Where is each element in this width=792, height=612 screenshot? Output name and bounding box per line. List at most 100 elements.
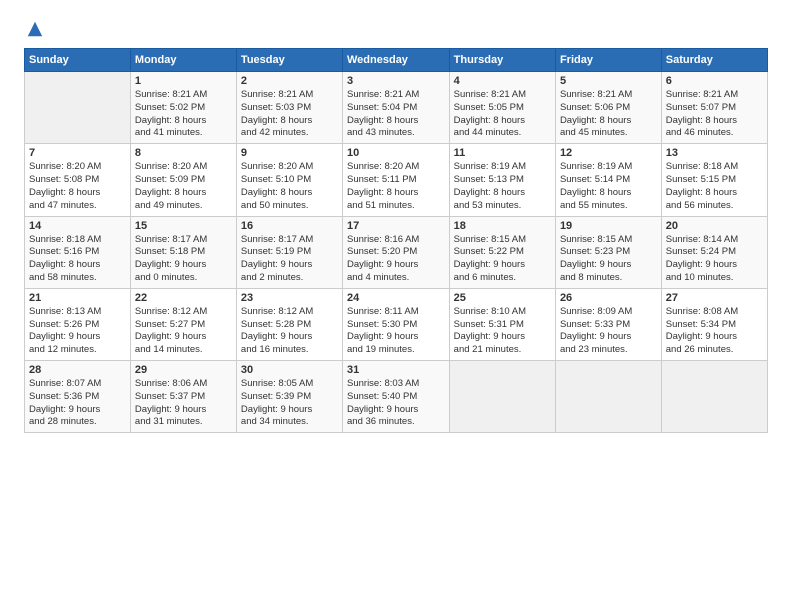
day-info: Sunrise: 8:21 AMSunset: 5:04 PMDaylight:… [347,89,445,140]
day-number: 2 [241,75,338,87]
page: SundayMondayTuesdayWednesdayThursdayFrid… [0,0,792,612]
calendar-week-2: 7 Sunrise: 8:20 AMSunset: 5:08 PMDaylight… [25,144,768,216]
calendar-cell: 1 Sunrise: 8:21 AMSunset: 5:02 PMDaylight… [130,72,236,144]
day-number: 7 [29,147,126,159]
day-number: 23 [241,292,338,304]
day-info: Sunrise: 8:07 AMSunset: 5:36 PMDaylight:… [29,378,126,429]
day-number: 9 [241,147,338,159]
calendar-header-wednesday: Wednesday [343,49,450,72]
day-info: Sunrise: 8:20 AMSunset: 5:09 PMDaylight:… [135,161,232,212]
day-info: Sunrise: 8:10 AMSunset: 5:31 PMDaylight:… [454,306,551,357]
calendar-cell: 16 Sunrise: 8:17 AMSunset: 5:19 PMDayligh… [236,216,342,288]
day-info: Sunrise: 8:13 AMSunset: 5:26 PMDaylight:… [29,306,126,357]
calendar-cell: 19 Sunrise: 8:15 AMSunset: 5:23 PMDayligh… [555,216,661,288]
day-info: Sunrise: 8:20 AMSunset: 5:08 PMDaylight:… [29,161,126,212]
calendar-cell: 12 Sunrise: 8:19 AMSunset: 5:14 PMDayligh… [555,144,661,216]
calendar-cell: 9Sunrise: 8:20 AMSunset: 5:10 PMDaylight… [236,144,342,216]
calendar-week-3: 14Sunrise: 8:18 AMSunset: 5:16 PMDayligh… [25,216,768,288]
calendar-cell: 10 Sunrise: 8:20 AMSunset: 5:11 PMDayligh… [343,144,450,216]
day-info: Sunrise: 8:21 AMSunset: 5:06 PMDaylight:… [560,89,657,140]
day-info: Sunrise: 8:08 AMSunset: 5:34 PMDaylight:… [666,306,763,357]
logo-icon [26,20,44,38]
day-number: 1 [135,75,232,87]
calendar-cell [25,72,131,144]
day-number: 20 [666,220,763,232]
calendar-cell: 25 Sunrise: 8:10 AMSunset: 5:31 PMDayligh… [449,288,555,360]
day-info: Sunrise: 8:21 AMSunset: 5:07 PMDaylight:… [666,89,763,140]
calendar-cell: 17 Sunrise: 8:16 AMSunset: 5:20 PMDayligh… [343,216,450,288]
day-info: Sunrise: 8:17 AMSunset: 5:18 PMDaylight:… [135,234,232,285]
day-number: 13 [666,147,763,159]
calendar-cell: 18Sunrise: 8:15 AMSunset: 5:22 PMDayligh… [449,216,555,288]
calendar-cell: 22Sunrise: 8:12 AMSunset: 5:27 PMDayligh… [130,288,236,360]
calendar-cell: 23 Sunrise: 8:12 AMSunset: 5:28 PMDayligh… [236,288,342,360]
day-number: 30 [241,364,338,376]
day-info: Sunrise: 8:21 AMSunset: 5:03 PMDaylight:… [241,89,338,140]
calendar-cell: 30Sunrise: 8:05 AMSunset: 5:39 PMDayligh… [236,361,342,433]
day-info: Sunrise: 8:21 AMSunset: 5:02 PMDaylight:… [135,89,232,140]
day-number: 18 [454,220,551,232]
day-info: Sunrise: 8:20 AMSunset: 5:11 PMDaylight:… [347,161,445,212]
day-info: Sunrise: 8:14 AMSunset: 5:24 PMDaylight:… [666,234,763,285]
calendar-header-friday: Friday [555,49,661,72]
calendar-header-sunday: Sunday [25,49,131,72]
day-info: Sunrise: 8:15 AMSunset: 5:23 PMDaylight:… [560,234,657,285]
day-number: 29 [135,364,232,376]
calendar: SundayMondayTuesdayWednesdayThursdayFrid… [24,48,768,433]
calendar-header-row: SundayMondayTuesdayWednesdayThursdayFrid… [25,49,768,72]
calendar-header-saturday: Saturday [661,49,767,72]
day-number: 16 [241,220,338,232]
logo [24,20,44,38]
day-number: 6 [666,75,763,87]
day-info: Sunrise: 8:18 AMSunset: 5:16 PMDaylight:… [29,234,126,285]
calendar-week-1: 1 Sunrise: 8:21 AMSunset: 5:02 PMDaylight… [25,72,768,144]
calendar-header-monday: Monday [130,49,236,72]
calendar-cell: 14Sunrise: 8:18 AMSunset: 5:16 PMDayligh… [25,216,131,288]
calendar-cell: 11 Sunrise: 8:19 AMSunset: 5:13 PMDayligh… [449,144,555,216]
calendar-cell: 6 Sunrise: 8:21 AMSunset: 5:07 PMDaylight… [661,72,767,144]
calendar-week-5: 28 Sunrise: 8:07 AMSunset: 5:36 PMDayligh… [25,361,768,433]
calendar-cell: 8Sunrise: 8:20 AMSunset: 5:09 PMDaylight… [130,144,236,216]
day-info: Sunrise: 8:11 AMSunset: 5:30 PMDaylight:… [347,306,445,357]
calendar-cell [661,361,767,433]
day-number: 24 [347,292,445,304]
header [24,20,768,38]
calendar-cell: 26Sunrise: 8:09 AMSunset: 5:33 PMDayligh… [555,288,661,360]
calendar-cell: 13 Sunrise: 8:18 AMSunset: 5:15 PMDayligh… [661,144,767,216]
day-number: 11 [454,147,551,159]
calendar-cell [449,361,555,433]
day-number: 17 [347,220,445,232]
day-info: Sunrise: 8:19 AMSunset: 5:13 PMDaylight:… [454,161,551,212]
calendar-cell: 15Sunrise: 8:17 AMSunset: 5:18 PMDayligh… [130,216,236,288]
calendar-week-4: 21 Sunrise: 8:13 AMSunset: 5:26 PMDayligh… [25,288,768,360]
day-number: 25 [454,292,551,304]
day-info: Sunrise: 8:17 AMSunset: 5:19 PMDaylight:… [241,234,338,285]
day-info: Sunrise: 8:16 AMSunset: 5:20 PMDaylight:… [347,234,445,285]
day-info: Sunrise: 8:21 AMSunset: 5:05 PMDaylight:… [454,89,551,140]
calendar-cell: 24 Sunrise: 8:11 AMSunset: 5:30 PMDayligh… [343,288,450,360]
calendar-cell: 5Sunrise: 8:21 AMSunset: 5:06 PMDaylight… [555,72,661,144]
day-number: 26 [560,292,657,304]
day-info: Sunrise: 8:19 AMSunset: 5:14 PMDaylight:… [560,161,657,212]
day-number: 19 [560,220,657,232]
calendar-cell: 3 Sunrise: 8:21 AMSunset: 5:04 PMDaylight… [343,72,450,144]
day-info: Sunrise: 8:12 AMSunset: 5:27 PMDaylight:… [135,306,232,357]
calendar-cell: 20 Sunrise: 8:14 AMSunset: 5:24 PMDayligh… [661,216,767,288]
day-info: Sunrise: 8:06 AMSunset: 5:37 PMDaylight:… [135,378,232,429]
calendar-header-tuesday: Tuesday [236,49,342,72]
day-info: Sunrise: 8:18 AMSunset: 5:15 PMDaylight:… [666,161,763,212]
day-number: 4 [454,75,551,87]
calendar-cell: 31 Sunrise: 8:03 AMSunset: 5:40 PMDayligh… [343,361,450,433]
calendar-header-thursday: Thursday [449,49,555,72]
calendar-cell [555,361,661,433]
calendar-cell: 4 Sunrise: 8:21 AMSunset: 5:05 PMDaylight… [449,72,555,144]
day-number: 31 [347,364,445,376]
day-info: Sunrise: 8:03 AMSunset: 5:40 PMDaylight:… [347,378,445,429]
day-number: 28 [29,364,126,376]
day-info: Sunrise: 8:12 AMSunset: 5:28 PMDaylight:… [241,306,338,357]
day-number: 21 [29,292,126,304]
day-number: 3 [347,75,445,87]
day-number: 12 [560,147,657,159]
day-number: 10 [347,147,445,159]
calendar-cell: 29 Sunrise: 8:06 AMSunset: 5:37 PMDayligh… [130,361,236,433]
